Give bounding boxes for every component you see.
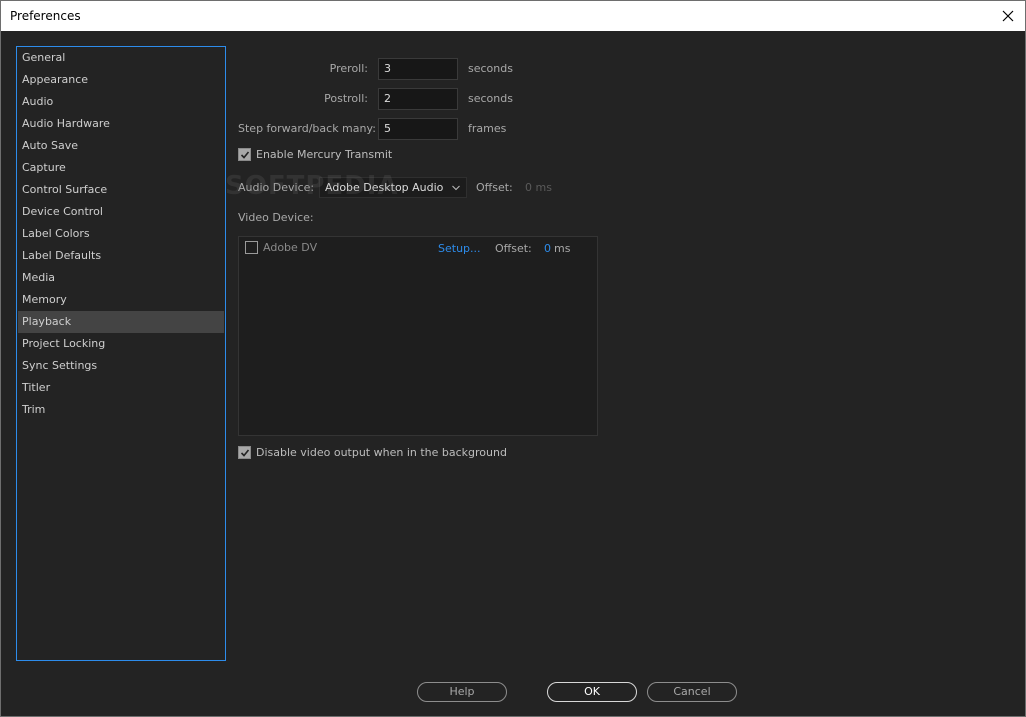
checkmark-icon — [238, 446, 251, 459]
preferences-sidebar: General Appearance Audio Audio Hardware … — [16, 46, 226, 661]
sidebar-item-media[interactable]: Media — [18, 267, 224, 289]
sidebar-item-capture[interactable]: Capture — [18, 157, 224, 179]
sidebar-item-auto-save[interactable]: Auto Save — [18, 135, 224, 157]
ok-button[interactable]: OK — [547, 682, 637, 702]
audio-device-dropdown[interactable]: Adobe Desktop Audio — [319, 177, 467, 198]
close-icon — [1002, 10, 1014, 22]
sidebar-item-audio-hardware[interactable]: Audio Hardware — [18, 113, 224, 135]
audio-offset-label: Offset: — [476, 181, 513, 194]
sidebar-item-memory[interactable]: Memory — [18, 289, 224, 311]
video-offset-value[interactable]: 0 — [544, 242, 551, 255]
sidebar-item-playback[interactable]: Playback — [18, 311, 224, 333]
step-label: Step forward/back many: — [238, 122, 376, 135]
cancel-button[interactable]: Cancel — [647, 682, 737, 702]
mercury-transmit-label: Enable Mercury Transmit — [256, 148, 393, 161]
sidebar-item-control-surface[interactable]: Control Surface — [18, 179, 224, 201]
video-device-list: Adobe DV Setup... Offset: 0 ms — [238, 236, 598, 436]
postroll-unit: seconds — [468, 92, 513, 105]
sidebar-item-audio[interactable]: Audio — [18, 91, 224, 113]
sidebar-item-device-control[interactable]: Device Control — [18, 201, 224, 223]
title-bar: Preferences — [0, 0, 1026, 31]
video-offset-label: Offset: — [495, 242, 532, 255]
step-input[interactable]: 5 — [378, 118, 458, 140]
sidebar-item-trim[interactable]: Trim — [18, 399, 224, 421]
sidebar-item-label-defaults[interactable]: Label Defaults — [18, 245, 224, 267]
sidebar-item-general[interactable]: General — [18, 47, 224, 69]
sidebar-item-project-locking[interactable]: Project Locking — [18, 333, 224, 355]
video-device-row[interactable]: Adobe DV — [245, 241, 317, 254]
window-title: Preferences — [10, 9, 81, 23]
postroll-label: Postroll: — [324, 92, 368, 105]
sidebar-item-sync-settings[interactable]: Sync Settings — [18, 355, 224, 377]
checkmark-icon — [238, 148, 251, 161]
disable-background-output-checkbox[interactable]: Disable video output when in the backgro… — [238, 446, 507, 459]
setup-link[interactable]: Setup... — [438, 242, 481, 255]
chevron-down-icon — [452, 185, 460, 191]
video-offset-unit: ms — [554, 242, 571, 255]
preroll-input[interactable]: 3 — [378, 58, 458, 80]
sidebar-item-label-colors[interactable]: Label Colors — [18, 223, 224, 245]
audio-offset-value: 0 ms — [525, 181, 552, 194]
video-device-label: Video Device: — [238, 211, 314, 224]
preroll-unit: seconds — [468, 62, 513, 75]
preroll-label: Preroll: — [329, 62, 368, 75]
disable-background-output-label: Disable video output when in the backgro… — [256, 446, 507, 459]
close-button[interactable] — [997, 5, 1019, 27]
sidebar-item-titler[interactable]: Titler — [18, 377, 224, 399]
postroll-input[interactable]: 2 — [378, 88, 458, 110]
mercury-transmit-checkbox[interactable]: Enable Mercury Transmit — [238, 148, 392, 161]
adobe-dv-checkbox[interactable] — [245, 241, 258, 254]
audio-device-label: Audio Device: — [238, 181, 315, 194]
audio-device-value: Adobe Desktop Audio — [325, 181, 444, 194]
help-button[interactable]: Help — [417, 682, 507, 702]
step-unit: frames — [468, 122, 507, 135]
video-device-name: Adobe DV — [263, 241, 318, 254]
sidebar-item-appearance[interactable]: Appearance — [18, 69, 224, 91]
